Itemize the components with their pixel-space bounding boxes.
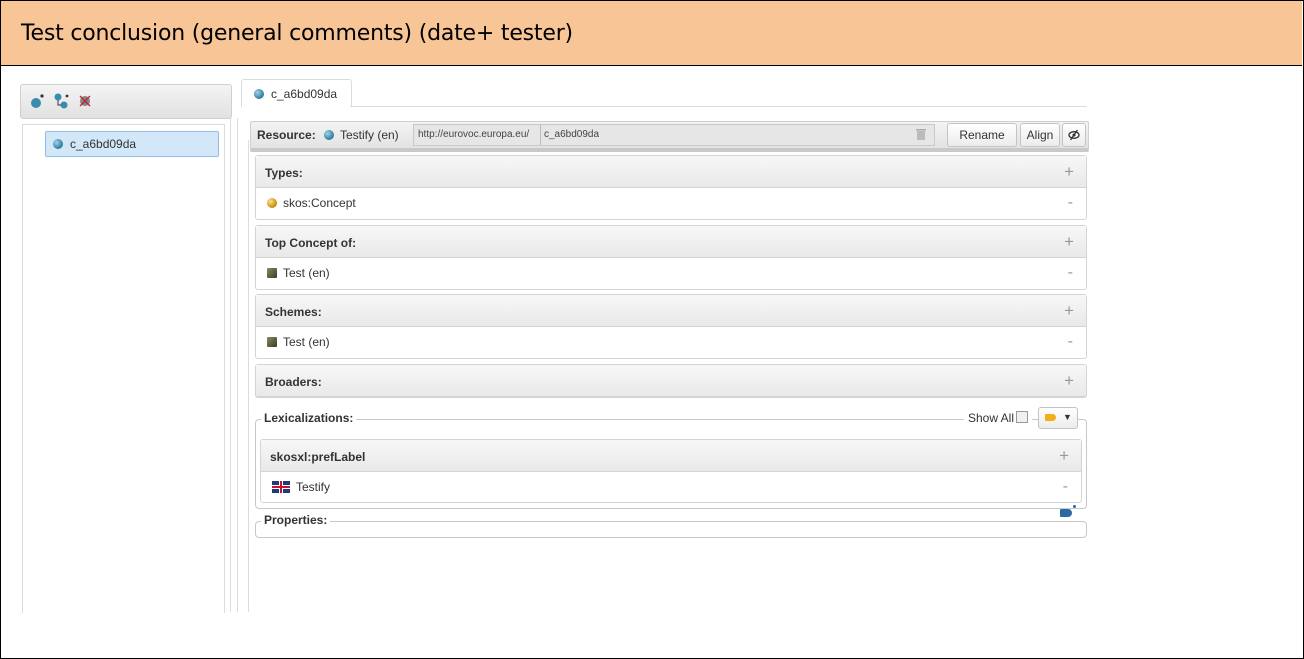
type-value: skos:Concept (283, 196, 356, 210)
lexicalizations-fieldset: Lexicalizations: Show All ▼ skosxl:prefL… (255, 407, 1087, 509)
scheme-value: Test (en) (283, 335, 330, 349)
resource-label: Resource: (257, 128, 316, 142)
top-concept-header: Top Concept of: + (256, 226, 1086, 258)
remove-preflabel-button[interactable]: - (1063, 478, 1068, 496)
tab-strip-line (350, 106, 1087, 107)
tree-node-concept[interactable]: c_a6bd09da (45, 131, 219, 157)
add-type-button[interactable]: + (1064, 162, 1074, 182)
broaders-header: Broaders: + (256, 365, 1086, 397)
add-property-icon[interactable] (1060, 505, 1076, 517)
schemes-title: Schemes: (265, 305, 322, 319)
tree-node-label: c_a6bd09da (70, 137, 137, 151)
panel-divider[interactable] (230, 118, 231, 612)
add-top-concept-button[interactable]: + (1064, 232, 1074, 252)
chevron-down-icon: ▼ (1063, 412, 1072, 422)
properties-title: Properties: (261, 513, 331, 527)
show-all-checkbox[interactable] (1016, 411, 1028, 423)
eye-slash-icon (1068, 129, 1080, 141)
concept-tree-toolbar (20, 84, 232, 119)
lexicalizations-title: Lexicalizations: (261, 411, 357, 425)
tab-concept[interactable]: c_a6bd09da (241, 79, 352, 107)
remove-scheme-button[interactable]: - (1068, 333, 1073, 351)
scheme-icon (267, 268, 277, 278)
rename-button[interactable]: Rename (947, 123, 1017, 147)
preflabel-section: skosxl:prefLabel + Testify - (260, 439, 1082, 503)
tab-label: c_a6bd09da (271, 87, 338, 101)
broaders-section: Broaders: + (255, 364, 1087, 398)
show-all-label: Show All (967, 411, 1014, 425)
toggle-visibility-button[interactable] (1062, 123, 1086, 147)
top-concept-section: Top Concept of: + Test (en) - (255, 225, 1087, 290)
type-row: skos:Concept - (256, 188, 1086, 218)
add-scheme-button[interactable]: + (1064, 301, 1074, 321)
class-icon (267, 198, 277, 208)
types-section: Types: + skos:Concept - (255, 155, 1087, 220)
resource-name: Testify (en) (340, 128, 399, 142)
detail-left-border (248, 140, 249, 612)
preflabel-title: skosxl:prefLabel (270, 450, 366, 464)
add-broader-button[interactable]: + (1064, 371, 1074, 391)
schemes-header: Schemes: + (256, 295, 1086, 327)
scheme-icon (267, 337, 277, 347)
uri-local-name[interactable]: c_a6bd09da (544, 129, 599, 140)
top-concept-row: Test (en) - (256, 258, 1086, 288)
uk-flag-icon (272, 481, 290, 493)
concept-tree: c_a6bd09da (22, 124, 225, 613)
scheme-row: Test (en) - (256, 327, 1086, 357)
add-lexicalization-button[interactable]: ▼ (1038, 407, 1078, 429)
add-preflabel-button[interactable]: + (1059, 446, 1069, 466)
document-header: Test conclusion (general comments) (date… (1, 1, 1302, 66)
preflabel-value: Testify (296, 480, 331, 494)
tag-icon (1045, 414, 1056, 421)
top-concept-title: Top Concept of: (265, 236, 357, 250)
types-title: Types: (265, 166, 303, 180)
concept-icon (324, 130, 334, 140)
create-concept-icon[interactable] (29, 93, 45, 109)
panel-divider-inner (237, 118, 238, 612)
preflabel-header: skosxl:prefLabel + (261, 440, 1081, 472)
top-concept-value: Test (en) (283, 266, 330, 280)
resource-bar: Resource: Testify (en) http://eurovoc.eu… (250, 121, 1089, 152)
clear-icon[interactable] (916, 128, 926, 141)
uri-namespace: http://eurovoc.europa.eu/ (418, 129, 530, 140)
create-narrower-icon[interactable] (53, 93, 69, 109)
align-button[interactable]: Align (1020, 123, 1060, 147)
concept-icon (53, 139, 63, 149)
remove-type-button[interactable]: - (1068, 194, 1073, 212)
concept-icon (254, 89, 264, 99)
show-all-toggle[interactable]: Show All (963, 411, 1032, 425)
types-header: Types: + (256, 156, 1086, 188)
properties-fieldset: Properties: (255, 505, 1087, 538)
uri-separator (540, 125, 541, 145)
resource-uri-field[interactable]: http://eurovoc.europa.eu/ c_a6bd09da (413, 124, 935, 146)
preflabel-row: Testify - (261, 472, 1081, 502)
remove-top-concept-button[interactable]: - (1068, 264, 1073, 282)
schemes-section: Schemes: + Test (en) - (255, 294, 1087, 359)
delete-concept-icon[interactable] (77, 93, 93, 109)
broaders-title: Broaders: (265, 375, 322, 389)
document-heading: Test conclusion (general comments) (date… (21, 21, 573, 46)
